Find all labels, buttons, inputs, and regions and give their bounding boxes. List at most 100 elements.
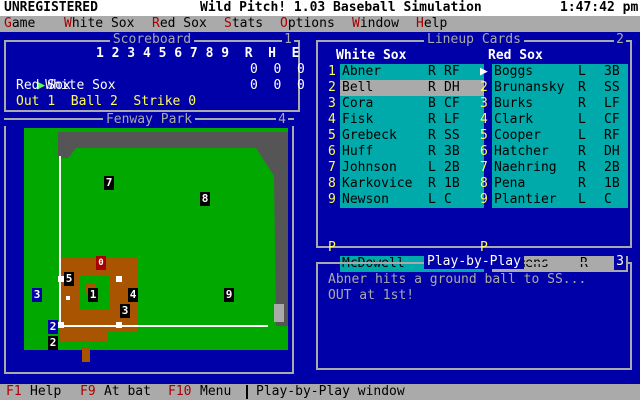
menu-game[interactable]: Game	[4, 16, 35, 32]
player-hand: R	[428, 80, 436, 95]
strike-label: Strike	[133, 94, 181, 109]
player-position: SS	[604, 80, 620, 95]
player-position: DH	[604, 144, 620, 159]
player-hand: L	[578, 64, 586, 79]
lineup-title: Lineup Cards	[424, 32, 524, 47]
player-card[interactable]: Burks R LF	[492, 96, 628, 112]
batting-order-number: 8	[328, 176, 336, 191]
player-card[interactable]: Johnson L 2B	[340, 160, 484, 176]
f9-label[interactable]: At bat	[104, 384, 151, 400]
home-team-header: Red Sox	[488, 48, 543, 63]
fielder-lf: 9	[224, 288, 234, 302]
player-name: Bell	[342, 80, 374, 95]
current-batter-arrow-icon: ▶	[480, 64, 488, 79]
pbp-line-1: Abner hits a ground ball to SS...	[328, 272, 587, 287]
player-card[interactable]: Cora B CF	[340, 96, 484, 112]
batter-marker: 2	[48, 320, 58, 334]
fielder-1b: 3	[120, 304, 130, 318]
player-hand: R	[578, 160, 586, 175]
fielder-cf: 7	[104, 176, 114, 190]
player-card[interactable]: Grebeck R SS	[340, 128, 484, 144]
player-position: LF	[444, 112, 460, 127]
strike-value: 0	[188, 94, 197, 109]
status-bar: F1 Help F9 At bat F10 Menu Play-by-Play …	[0, 384, 640, 400]
player-card[interactable]: Hatcher R DH	[492, 144, 628, 160]
player-name: Cooper	[494, 128, 541, 143]
player-name: Fisk	[342, 112, 374, 127]
player-hand: L	[578, 192, 586, 207]
inning-header: 1 2 3 4 5 6 7 8 9 R H E	[96, 46, 300, 61]
fielder-rf: 8	[200, 192, 210, 206]
menu-window[interactable]: Window	[352, 16, 399, 32]
player-name: Clark	[494, 112, 534, 127]
player-name: Pena	[494, 176, 526, 191]
player-hand: R	[428, 128, 436, 143]
fielder-c: 2	[48, 336, 58, 350]
away-rhe: 0 0 0	[250, 62, 305, 77]
player-card[interactable]: Boggs L 3B	[492, 64, 628, 80]
player-position: 1B	[444, 176, 460, 191]
player-card[interactable]: Karkovice R 1B	[340, 176, 484, 192]
batting-order-number: 6	[480, 144, 488, 159]
title-bar: UNREGISTERED Wild Pitch! 1.03 Baseball S…	[0, 0, 640, 16]
runner-marker: 3	[32, 288, 42, 302]
f10-key[interactable]: F10	[168, 384, 191, 400]
home-team-name: Red Sox	[16, 78, 71, 93]
batting-order-number: 1	[328, 64, 336, 79]
player-hand: R	[428, 64, 436, 79]
player-card[interactable]: Cooper L RF	[492, 128, 628, 144]
player-card[interactable]: Fisk R LF	[340, 112, 484, 128]
batting-order-number: 5	[480, 128, 488, 143]
menu-red-sox[interactable]: Red Sox	[152, 16, 207, 32]
scoreboard-window[interactable]: Scoreboard 1 1 2 3 4 5 6 7 8 9 R H E ▶Wh…	[4, 32, 305, 112]
batting-order-number: 3	[480, 96, 488, 111]
menu-help[interactable]: Help	[416, 16, 447, 32]
player-hand: R	[578, 176, 586, 191]
menu-bar: Game White Sox Red Sox Stats Options Win…	[0, 16, 640, 32]
player-card[interactable]: Plantier L C	[492, 192, 628, 208]
play-by-play-window[interactable]: Play-by-Play 3 Abner hits a ground ball …	[316, 254, 632, 370]
fielder-p: 1	[88, 288, 98, 302]
batting-order-number: 9	[328, 192, 336, 207]
player-card[interactable]: Bell R DH	[340, 80, 484, 96]
player-position: 1B	[604, 176, 620, 191]
player-card[interactable]: Pena R 1B	[492, 176, 628, 192]
player-name: Brunansky	[494, 80, 565, 95]
player-card[interactable]: Naehring R 2B	[492, 160, 628, 176]
f9-key[interactable]: F9	[80, 384, 96, 400]
player-hand: L	[578, 112, 586, 127]
ball-marker: 0	[96, 256, 106, 270]
batting-order-number: 7	[328, 160, 336, 175]
lineup-window[interactable]: Lineup Cards 2 White Sox Red Sox 1 Abner R…	[316, 32, 632, 272]
batting-order-number: 4	[480, 112, 488, 127]
menu-white-sox[interactable]: White Sox	[64, 16, 134, 32]
f10-label[interactable]: Menu	[200, 384, 231, 400]
player-position: CF	[604, 112, 620, 127]
player-hand: L	[578, 128, 586, 143]
player-name: Hatcher	[494, 144, 549, 159]
ball-value: 2	[109, 94, 118, 109]
home-pitcher-row[interactable]: P ClemensR	[480, 224, 628, 272]
player-card[interactable]: Newson L C	[340, 192, 484, 208]
player-card[interactable]: Clark L CF	[492, 112, 628, 128]
menu-options[interactable]: Options	[280, 16, 335, 32]
status-divider	[246, 385, 248, 399]
player-name: Burks	[494, 96, 534, 111]
f1-label[interactable]: Help	[30, 384, 61, 400]
lineup-window-number: 2	[614, 32, 626, 48]
player-position: C	[604, 192, 612, 207]
player-name: Grebeck	[342, 128, 397, 143]
player-card[interactable]: Brunansky R SS	[492, 80, 628, 96]
pbp-window-number: 3	[614, 254, 626, 270]
player-name: Huff	[342, 144, 374, 159]
away-pitcher-row[interactable]: P McDowellR	[328, 224, 484, 272]
field-window[interactable]: Fenway Park 4 7 8 5 1 4 3 9 2 2 3 0	[4, 112, 294, 374]
player-card[interactable]: Huff R 3B	[340, 144, 484, 160]
player-name: Abner	[342, 64, 382, 79]
fielder-ss: 5	[64, 272, 74, 286]
player-hand: B	[428, 96, 436, 111]
f1-key[interactable]: F1	[6, 384, 22, 400]
player-card[interactable]: Abner R RF	[340, 64, 484, 80]
player-position: CF	[444, 96, 460, 111]
menu-stats[interactable]: Stats	[224, 16, 263, 32]
